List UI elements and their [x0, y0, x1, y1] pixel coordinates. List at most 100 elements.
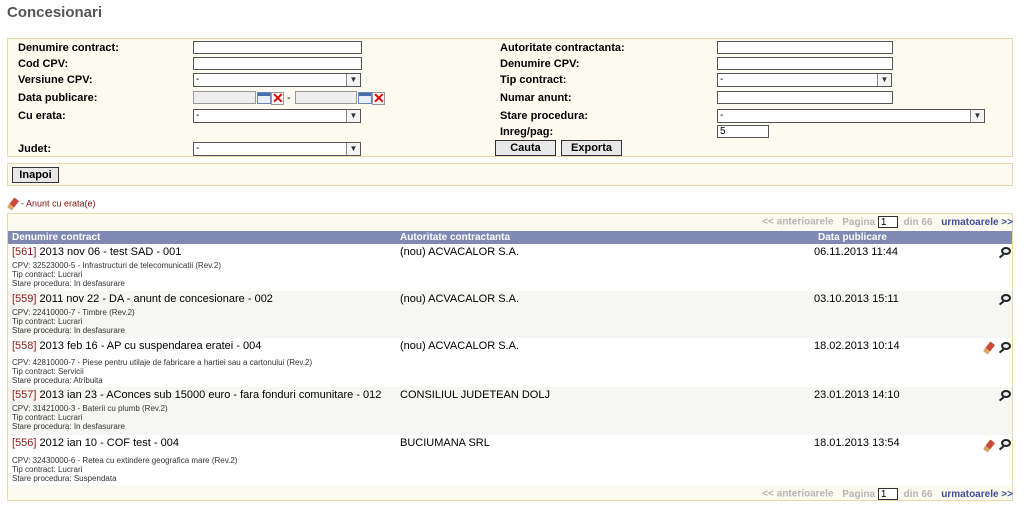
chevron-down-icon: ▼	[346, 143, 360, 155]
search-button[interactable]: Cauta	[495, 140, 556, 156]
chevron-down-icon: ▼	[346, 110, 360, 122]
magnifier-icon[interactable]	[1001, 390, 1011, 398]
autoritate-input[interactable]	[717, 41, 893, 54]
back-bar: Inapoi	[7, 163, 1013, 186]
cu-erata-select[interactable]: - ▼	[193, 109, 361, 123]
pencil-icon[interactable]	[982, 439, 996, 453]
label-stare-procedura: Stare procedura:	[500, 110, 589, 122]
stare-procedura-line: Stare procedura: Atribuita	[12, 376, 103, 385]
contract-title-link[interactable]: [559] 2011 nov 22 - DA - anunt de conces…	[12, 293, 273, 305]
publish-date: 03.10.2013 15:11	[814, 293, 899, 305]
pager-page-input[interactable]: 1	[877, 488, 898, 500]
pager-page-input[interactable]: 1	[877, 216, 898, 228]
back-button[interactable]: Inapoi	[12, 167, 59, 183]
magnifier-icon[interactable]	[1001, 294, 1011, 302]
stare-procedura-line: Stare procedura: In desfasurare	[12, 422, 125, 431]
filter-panel: Denumire contract: Cod CPV: Versiune CPV…	[7, 38, 1013, 157]
inreg-pag-input[interactable]: 5	[717, 125, 769, 138]
publish-date: 18.01.2013 13:54	[814, 437, 900, 449]
contract-title: 2013 ian 23 - AConces sub 15000 euro - f…	[39, 389, 382, 401]
export-button[interactable]: Exporta	[561, 140, 622, 156]
contract-id: [557]	[12, 389, 37, 401]
versiune-cpv-value: -	[196, 74, 200, 85]
data-publicare-to-input[interactable]	[295, 91, 357, 104]
label-denumire-contract: Denumire contract:	[18, 42, 119, 54]
label-cu-erata: Cu erata:	[18, 110, 66, 122]
tip-contract-value: -	[720, 74, 724, 85]
table-row[interactable]: [557] 2013 ian 23 - AConces sub 15000 eu…	[8, 387, 1012, 435]
pencil-icon[interactable]	[982, 341, 996, 355]
contract-title: 2011 nov 22 - DA - anunt de concesionare…	[39, 293, 273, 305]
label-tip-contract: Tip contract:	[500, 74, 567, 86]
pager-prev-link[interactable]: << anterioarele	[762, 217, 833, 228]
contract-title: 2013 feb 16 - AP cu suspendarea eratei -…	[39, 340, 262, 352]
clear-date-icon[interactable]: ✕	[372, 91, 385, 105]
label-numar-anunt: Numar anunt:	[500, 92, 572, 104]
magnifier-icon[interactable]	[1001, 247, 1011, 255]
data-publicare-from-input[interactable]	[193, 91, 256, 104]
publish-date: 23.01.2013 14:10	[814, 389, 900, 401]
label-judet: Judet:	[18, 143, 51, 155]
publish-date: 18.02.2013 10:14	[814, 340, 900, 352]
pager-of-label: din 66	[903, 488, 933, 500]
label-autoritate: Autoritate contractanta:	[500, 42, 625, 54]
pager-page-label: Pagina	[842, 488, 876, 500]
calendar-icon[interactable]	[257, 92, 271, 104]
chevron-down-icon: ▼	[877, 74, 891, 86]
header-denumire-contract: Denumire contract	[12, 232, 101, 243]
contract-title-link[interactable]: [556] 2012 ian 10 - COF test - 004	[12, 437, 179, 449]
publish-date: 06.11.2013 11:44	[814, 246, 899, 258]
versiune-cpv-select[interactable]: - ▼	[193, 73, 361, 87]
table-row[interactable]: [561] 2013 nov 06 - test SAD - 001 (nou)…	[8, 244, 1012, 291]
pager-prev-link[interactable]: << anterioarele	[762, 489, 833, 500]
label-cod-cpv: Cod CPV:	[18, 58, 69, 70]
label-versiune-cpv: Versiune CPV:	[18, 74, 93, 86]
pager-next-link[interactable]: urmatoarele >>	[941, 489, 1013, 500]
date-range-separator: -	[287, 92, 291, 104]
calendar-icon[interactable]	[358, 92, 372, 104]
authority: (nou) ACVACALOR S.A.	[400, 246, 520, 258]
stare-procedura-line: Stare procedura: In desfasurare	[12, 279, 125, 288]
contract-id: [559]	[12, 293, 37, 305]
authority: BUCIUMANA SRL	[400, 437, 490, 449]
label-denumire-cpv: Denumire CPV:	[500, 58, 580, 70]
stare-procedura-value: -	[720, 110, 724, 121]
denumire-cpv-input[interactable]	[717, 57, 893, 70]
stare-procedura-select[interactable]: - ▼	[717, 109, 985, 123]
table-row[interactable]: [556] 2012 ian 10 - COF test - 004 BUCIU…	[8, 435, 1012, 485]
numar-anunt-input[interactable]	[717, 91, 893, 104]
chevron-down-icon: ▼	[346, 74, 360, 86]
denumire-contract-input[interactable]	[193, 41, 362, 54]
pager-of-label: din 66	[903, 216, 933, 228]
erata-legend: - Anunt cu erata(e)	[6, 197, 96, 211]
cu-erata-value: -	[196, 110, 200, 121]
magnifier-icon[interactable]	[1001, 439, 1011, 447]
contract-title: 2012 ian 10 - COF test - 004	[39, 437, 179, 449]
pager-page-label: Pagina	[842, 216, 876, 228]
header-autoritate: Autoritate contractanta	[400, 232, 511, 243]
contract-title-link[interactable]: [561] 2013 nov 06 - test SAD - 001	[12, 246, 181, 258]
pager-bottom: << anterioarele Pagina 1 din 66 urmatoar…	[762, 488, 1013, 500]
tip-contract-select[interactable]: - ▼	[717, 73, 892, 87]
clear-date-icon[interactable]: ✕	[271, 91, 284, 105]
contract-id: [561]	[12, 246, 37, 258]
pager-top: << anterioarele Pagina 1 din 66 urmatoar…	[762, 216, 1013, 228]
pager-next-link[interactable]: urmatoarele >>	[941, 217, 1013, 228]
pencil-icon	[6, 197, 20, 211]
judet-value: -	[196, 143, 200, 154]
legend-text: - Anunt cu erata(e)	[21, 198, 96, 209]
page-title: Concesionari	[7, 4, 103, 21]
contract-title-link[interactable]: [558] 2013 feb 16 - AP cu suspendarea er…	[12, 340, 261, 352]
table-row[interactable]: [559] 2011 nov 22 - DA - anunt de conces…	[8, 291, 1012, 338]
stare-procedura-line: Stare procedura: In desfasurare	[12, 326, 125, 335]
judet-select[interactable]: - ▼	[193, 142, 361, 156]
cod-cpv-input[interactable]	[193, 57, 362, 70]
contract-id: [558]	[12, 340, 37, 352]
authority: (nou) ACVACALOR S.A.	[400, 293, 520, 305]
magnifier-icon[interactable]	[1001, 342, 1011, 350]
contract-title: 2013 nov 06 - test SAD - 001	[39, 246, 182, 258]
table-row[interactable]: [558] 2013 feb 16 - AP cu suspendarea er…	[8, 338, 1012, 387]
chevron-down-icon: ▼	[970, 110, 984, 122]
stare-procedura-line: Stare procedura: Suspendata	[12, 474, 117, 483]
contract-title-link[interactable]: [557] 2013 ian 23 - AConces sub 15000 eu…	[12, 389, 381, 401]
